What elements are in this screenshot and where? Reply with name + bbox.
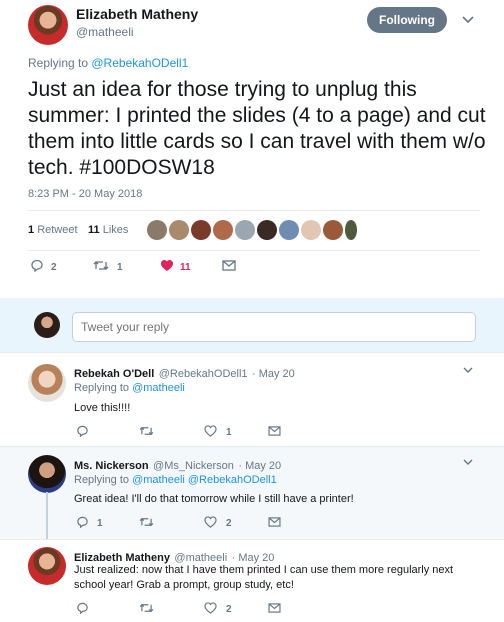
reply-avatar[interactable] — [28, 455, 66, 493]
replying-to-prefix: Replying to — [74, 474, 133, 486]
liker-avatar[interactable] — [279, 220, 299, 240]
heart-icon[interactable] — [204, 516, 217, 528]
liker-avatar[interactable] — [147, 220, 167, 240]
reply-date[interactable]: · May 20 — [238, 460, 281, 472]
liker-avatar[interactable] — [191, 220, 211, 240]
divider — [0, 352, 504, 353]
replying-to-prefix: Replying to — [28, 56, 92, 70]
retweet-count: 1 — [117, 262, 123, 273]
reply-icon[interactable] — [30, 259, 44, 272]
retweet-icon[interactable] — [139, 602, 154, 614]
like-count: 1 — [226, 427, 232, 438]
chevron-down-icon[interactable] — [463, 458, 473, 466]
message-icon[interactable] — [268, 426, 281, 436]
reply-text: Love this!!!! — [74, 402, 131, 414]
my-avatar[interactable] — [34, 312, 60, 338]
reply-text: Great idea! I'll do that tomorrow while … — [74, 493, 354, 505]
reply-icon[interactable] — [76, 425, 89, 437]
liker-avatar[interactable] — [213, 220, 233, 240]
replying-to: Replying to @RebekahODell1 — [28, 56, 188, 70]
reply-replying-to: Replying to @matheeli @RebekahODell1 — [74, 474, 277, 486]
retweet-count: 1 — [28, 224, 35, 236]
heart-icon[interactable] — [160, 259, 174, 272]
chevron-down-icon[interactable] — [462, 15, 474, 25]
reply-input[interactable] — [72, 312, 476, 342]
liker-avatar[interactable] — [169, 220, 189, 240]
reply-icon[interactable] — [76, 516, 89, 528]
retweet-stat[interactable]: 1 Retweet — [28, 224, 78, 236]
liker-avatar[interactable] — [301, 220, 321, 240]
heart-icon[interactable] — [204, 425, 217, 437]
reply-text: Just realized: now that I have them prin… — [74, 564, 454, 591]
likes-stat[interactable]: 11 Likes — [88, 224, 128, 236]
message-icon[interactable] — [268, 517, 281, 527]
reply-avatar[interactable] — [28, 547, 66, 585]
likers-avatars — [147, 220, 357, 242]
retweet-icon[interactable] — [93, 259, 109, 272]
reply-replying-to: Replying to @matheeli — [74, 382, 185, 394]
liker-avatar[interactable] — [235, 220, 255, 240]
replying-to-link[interactable]: @matheeli @RebekahODell1 — [132, 474, 277, 486]
message-icon[interactable] — [222, 260, 236, 271]
reply-header: Ms. Nickerson @Ms_Nickerson · May 20 — [74, 456, 281, 474]
tweet-timestamp[interactable]: 8:23 PM - 20 May 2018 — [28, 188, 142, 200]
reply-author-name[interactable]: Rebekah O'Dell — [74, 368, 154, 380]
reply-date[interactable]: · May 20 — [252, 368, 295, 380]
retweet-label: Retweet — [37, 224, 78, 236]
likes-count: 11 — [88, 224, 100, 236]
retweet-icon[interactable] — [139, 516, 154, 528]
replying-to-prefix: Replying to — [74, 382, 133, 394]
message-icon[interactable] — [268, 603, 281, 613]
liker-avatar[interactable] — [257, 220, 277, 240]
author-avatar[interactable] — [28, 5, 68, 45]
reply-author-name[interactable]: Ms. Nickerson — [74, 460, 149, 472]
reply-avatar[interactable] — [28, 364, 66, 402]
reply-header: Rebekah O'Dell @RebekahODell1 · May 20 — [74, 364, 295, 382]
reply-icon[interactable] — [76, 602, 89, 614]
chevron-down-icon[interactable] — [463, 366, 473, 374]
heart-icon[interactable] — [204, 602, 217, 614]
likes-label: Likes — [102, 224, 129, 236]
replying-to-link[interactable]: @RebekahODell1 — [91, 56, 188, 70]
following-button[interactable]: Following — [367, 7, 447, 33]
retweet-icon[interactable] — [139, 425, 154, 437]
tweet-text: Just an idea for those trying to unplug … — [28, 78, 486, 179]
divider — [0, 539, 504, 540]
thread-connector — [46, 492, 48, 540]
reply-author-handle[interactable]: @Ms_Nickerson — [153, 460, 234, 472]
divider — [28, 210, 480, 211]
reply-count: 1 — [97, 518, 103, 529]
liker-avatar[interactable] — [323, 220, 343, 240]
reply-author-handle[interactable]: @RebekahODell1 — [159, 368, 248, 380]
divider — [28, 250, 480, 251]
like-count: 2 — [226, 604, 232, 615]
author-name[interactable]: Elizabeth Matheny — [76, 6, 198, 22]
author-handle[interactable]: @matheeli — [76, 25, 134, 39]
liker-avatar[interactable] — [345, 220, 357, 240]
like-count: 2 — [226, 518, 232, 529]
replying-to-link[interactable]: @matheeli — [132, 382, 185, 394]
like-count: 11 — [180, 262, 191, 273]
reply-count: 2 — [51, 262, 57, 273]
